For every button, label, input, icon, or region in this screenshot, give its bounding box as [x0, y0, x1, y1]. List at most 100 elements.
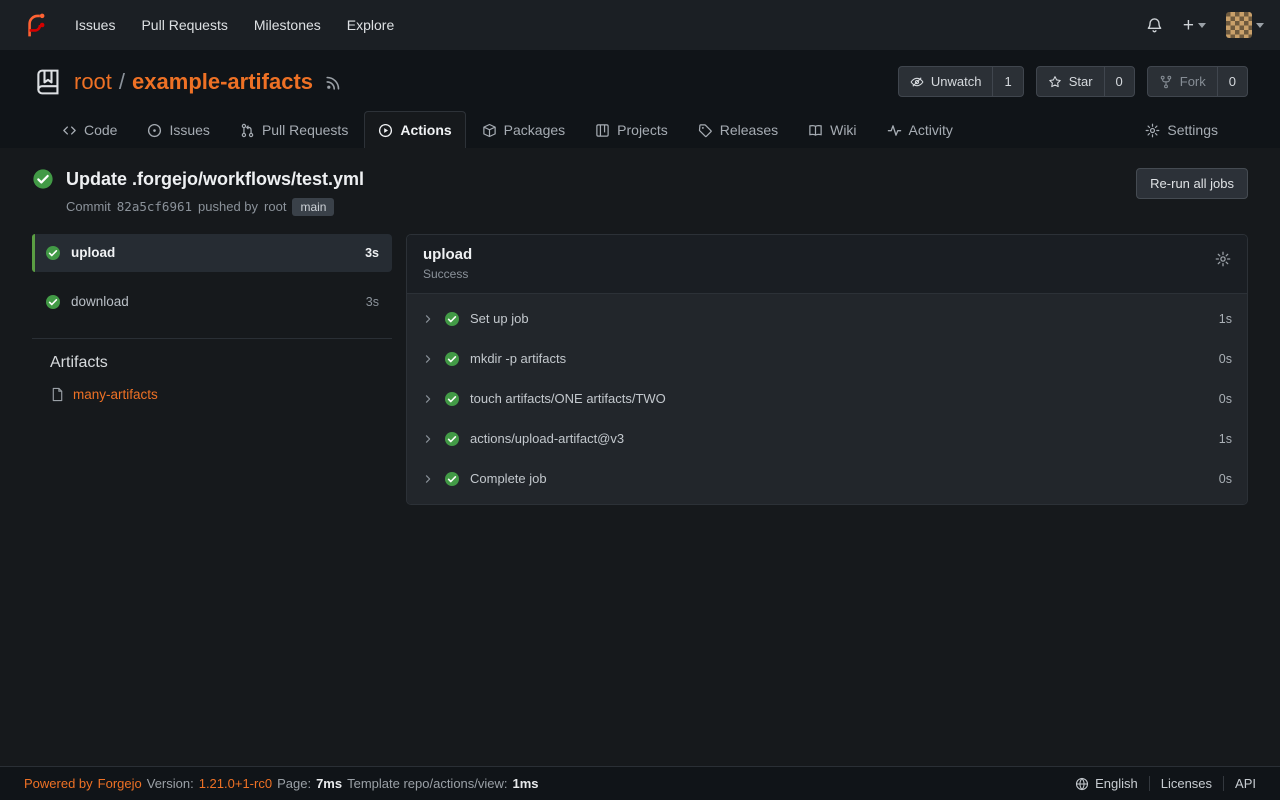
success-check-icon	[444, 431, 460, 447]
steps-list: Set up job 1s mkdir -p artifacts 0s touc…	[407, 294, 1247, 504]
tab-activity[interactable]: Activity	[873, 111, 967, 148]
powered-by-link[interactable]: Powered by	[24, 776, 93, 791]
rss-icon	[325, 75, 341, 91]
branch-badge[interactable]: main	[292, 198, 334, 216]
code-icon	[62, 123, 77, 138]
step-name: mkdir -p artifacts	[470, 351, 566, 366]
step-row[interactable]: actions/upload-artifact@v3 1s	[407, 419, 1247, 459]
step-duration: 0s	[1219, 352, 1232, 366]
book-icon	[808, 123, 823, 138]
chevron-right-icon	[422, 353, 434, 365]
job-item-download[interactable]: download 3s	[32, 283, 392, 321]
watch-button-group: Unwatch 1	[898, 66, 1024, 97]
fork-icon	[1159, 75, 1173, 89]
tab-label: Wiki	[830, 122, 856, 138]
pulse-icon	[887, 123, 902, 138]
repo-name-link[interactable]: example-artifacts	[132, 69, 313, 95]
star-button-group: Star 0	[1036, 66, 1135, 97]
play-circle-icon	[378, 123, 393, 138]
nav-pull-requests[interactable]: Pull Requests	[128, 9, 240, 41]
run-title: Update .forgejo/workflows/test.yml	[66, 168, 364, 191]
forgejo-link[interactable]: Forgejo	[98, 776, 142, 791]
tab-packages[interactable]: Packages	[468, 111, 579, 148]
avatar	[1226, 12, 1252, 38]
unwatch-button[interactable]: Unwatch	[899, 67, 993, 96]
navbar-right: +	[1146, 12, 1264, 38]
job-duration: 3s	[365, 246, 379, 260]
chevron-right-icon	[422, 313, 434, 325]
issue-icon	[147, 123, 162, 138]
notifications-button[interactable]	[1146, 17, 1163, 34]
run-body: upload 3s download 3s Artifacts many-art…	[32, 234, 1248, 505]
jobs-sidebar: upload 3s download 3s Artifacts many-art…	[32, 234, 392, 505]
job-item-upload[interactable]: upload 3s	[32, 234, 392, 272]
job-options-button[interactable]	[1215, 251, 1231, 267]
artifact-download-link[interactable]: many-artifacts	[73, 387, 158, 402]
step-name: Set up job	[470, 311, 529, 326]
page-label: Page:	[277, 776, 311, 791]
repo-header: root / example-artifacts	[0, 50, 1280, 148]
divider	[32, 338, 392, 339]
tab-projects[interactable]: Projects	[581, 111, 682, 148]
language-menu[interactable]: English	[1064, 776, 1149, 791]
tab-settings[interactable]: Settings	[1131, 111, 1232, 148]
footer: Powered by Forgejo Version: 1.21.0+1-rc0…	[0, 766, 1280, 800]
api-link[interactable]: API	[1223, 776, 1256, 791]
version-link[interactable]: 1.21.0+1-rc0	[199, 776, 272, 791]
stars-count[interactable]: 0	[1104, 67, 1134, 96]
tab-releases[interactable]: Releases	[684, 111, 792, 148]
step-row[interactable]: mkdir -p artifacts 0s	[407, 339, 1247, 379]
success-check-icon	[444, 471, 460, 487]
fork-button-group: Fork 0	[1147, 66, 1248, 97]
success-check-icon	[45, 294, 61, 310]
package-icon	[482, 123, 497, 138]
run-commit-line: Commit 82a5cf6961 pushed by root main	[66, 198, 364, 216]
tab-pull-requests[interactable]: Pull Requests	[226, 111, 362, 148]
star-button[interactable]: Star	[1037, 67, 1104, 96]
step-duration: 0s	[1219, 472, 1232, 486]
eye-slash-icon	[910, 75, 924, 89]
nav-milestones[interactable]: Milestones	[241, 9, 334, 41]
tab-issues[interactable]: Issues	[133, 111, 223, 148]
forgejo-logo[interactable]	[22, 12, 48, 38]
rss-feed-button[interactable]	[325, 75, 341, 91]
step-row[interactable]: Set up job 1s	[407, 299, 1247, 339]
template-label: Template repo/actions/view:	[347, 776, 507, 791]
job-detail-name: upload	[423, 246, 472, 263]
step-row[interactable]: touch artifacts/ONE artifacts/TWO 0s	[407, 379, 1247, 419]
tab-label: Activity	[909, 122, 953, 138]
forks-count[interactable]: 0	[1217, 67, 1247, 96]
run-header: Update .forgejo/workflows/test.yml Commi…	[32, 168, 1248, 216]
job-name: upload	[71, 245, 115, 260]
gear-icon	[1145, 123, 1160, 138]
repo-tabs: Code Issues Pull Requests Actions Packag…	[24, 97, 1256, 148]
fork-button[interactable]: Fork	[1148, 67, 1217, 96]
artifact-item: many-artifacts	[32, 387, 392, 402]
user-menu[interactable]	[1226, 12, 1264, 38]
rerun-all-jobs-button[interactable]: Re-run all jobs	[1136, 168, 1248, 199]
tab-wiki[interactable]: Wiki	[794, 111, 870, 148]
commit-sha-link[interactable]: 82a5cf6961	[117, 199, 192, 214]
step-row[interactable]: Complete job 0s	[407, 459, 1247, 499]
pusher-link[interactable]: root	[264, 199, 286, 214]
licenses-link[interactable]: Licenses	[1149, 776, 1223, 791]
repo-owner-link[interactable]: root	[74, 69, 112, 95]
success-check-icon	[444, 351, 460, 367]
repo-book-icon	[34, 68, 62, 96]
footer-right: English Licenses API	[1064, 776, 1256, 791]
job-detail-panel: upload Success Set up job 1s	[406, 234, 1248, 505]
tab-actions[interactable]: Actions	[364, 111, 465, 148]
pull-request-icon	[240, 123, 255, 138]
top-navbar: Issues Pull Requests Milestones Explore …	[0, 0, 1280, 50]
footer-left: Powered by Forgejo Version: 1.21.0+1-rc0…	[24, 776, 539, 791]
tab-label: Actions	[400, 122, 451, 138]
tab-code[interactable]: Code	[48, 111, 131, 148]
create-new-menu[interactable]: +	[1183, 16, 1206, 35]
chevron-down-icon	[1198, 23, 1206, 28]
tab-label: Settings	[1167, 122, 1218, 138]
nav-issues[interactable]: Issues	[62, 9, 128, 41]
watchers-count[interactable]: 1	[992, 67, 1022, 96]
job-detail-header: upload Success	[407, 235, 1247, 294]
nav-explore[interactable]: Explore	[334, 9, 407, 41]
bell-icon	[1146, 17, 1163, 34]
